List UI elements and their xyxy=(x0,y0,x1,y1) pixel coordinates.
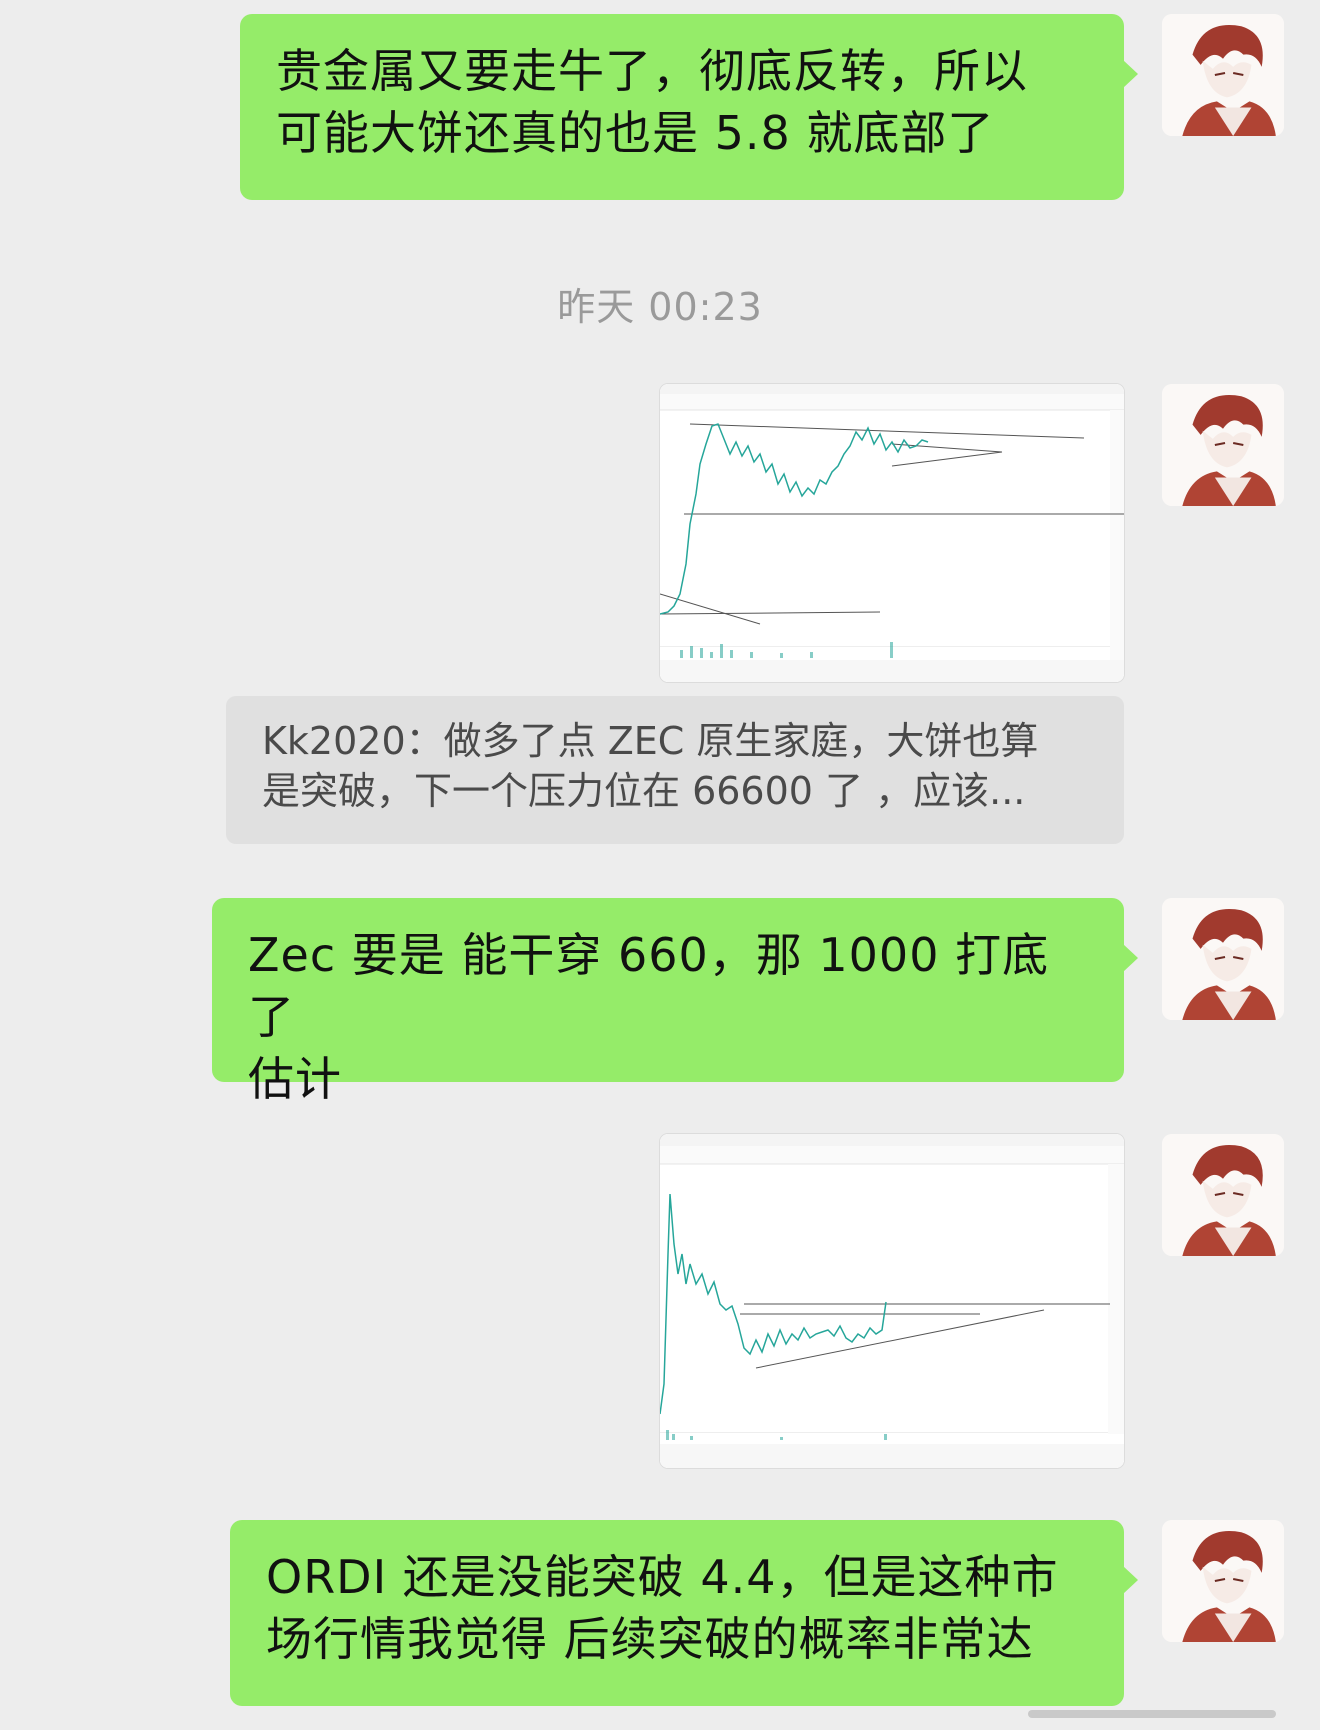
quoted-message[interactable]: Kk2020：做多了点 ZEC 原生家庭，大饼也算 是突破，下一个压力位在 66… xyxy=(226,696,1124,844)
avatar-illustration-icon xyxy=(1162,384,1284,506)
message-text-line: Zec 要是 能干穿 660，那 1000 打底了 xyxy=(248,928,1050,1044)
avatar-illustration-icon xyxy=(1162,898,1284,1020)
avatar[interactable] xyxy=(1162,384,1284,506)
trading-chart-thumbnail xyxy=(660,1134,1124,1468)
avatar-illustration-icon xyxy=(1162,1520,1284,1642)
avatar[interactable] xyxy=(1162,14,1284,136)
home-indicator[interactable] xyxy=(1028,1710,1276,1718)
chart-image-message[interactable] xyxy=(660,384,1124,682)
message-text-line: ORDI 还是没能突破 4.4，但是这种市 xyxy=(266,1550,1059,1604)
message-bubble[interactable]: Zec 要是 能干穿 660，那 1000 打底了 估计 xyxy=(212,898,1138,1106)
chart-image-message[interactable] xyxy=(660,1134,1124,1468)
avatar[interactable] xyxy=(1162,898,1284,1020)
quote-text-line: 是突破，下一个压力位在 66600 了 ，应该... xyxy=(262,769,1026,813)
bubble-tail xyxy=(1123,944,1138,972)
message-bubble[interactable]: ORDI 还是没能突破 4.4，但是这种市 场行情我觉得 后续突破的概率非常达 xyxy=(230,1520,1138,1706)
timestamp: 昨天 00:23 xyxy=(557,285,763,329)
trading-chart-thumbnail xyxy=(660,384,1124,682)
message-text-line: 可能大饼还真的也是 5.8 就底部了 xyxy=(276,106,995,160)
bubble-tail xyxy=(1123,1566,1138,1594)
avatar[interactable] xyxy=(1162,1134,1284,1256)
quote-text-line: Kk2020：做多了点 ZEC 原生家庭，大饼也算 xyxy=(262,719,1039,763)
avatar-illustration-icon xyxy=(1162,14,1284,136)
message-text-line: 估计 xyxy=(248,1052,342,1106)
message-text-line: 场行情我觉得 后续突破的概率非常达 xyxy=(266,1612,1034,1666)
avatar[interactable] xyxy=(1162,1520,1284,1642)
message-bubble[interactable]: 贵金属又要走牛了，彻底反转，所以 可能大饼还真的也是 5.8 就底部了 xyxy=(240,14,1138,200)
bubble-tail xyxy=(1123,60,1138,88)
message-text-line: 贵金属又要走牛了，彻底反转，所以 xyxy=(276,44,1028,98)
avatar-illustration-icon xyxy=(1162,1134,1284,1256)
